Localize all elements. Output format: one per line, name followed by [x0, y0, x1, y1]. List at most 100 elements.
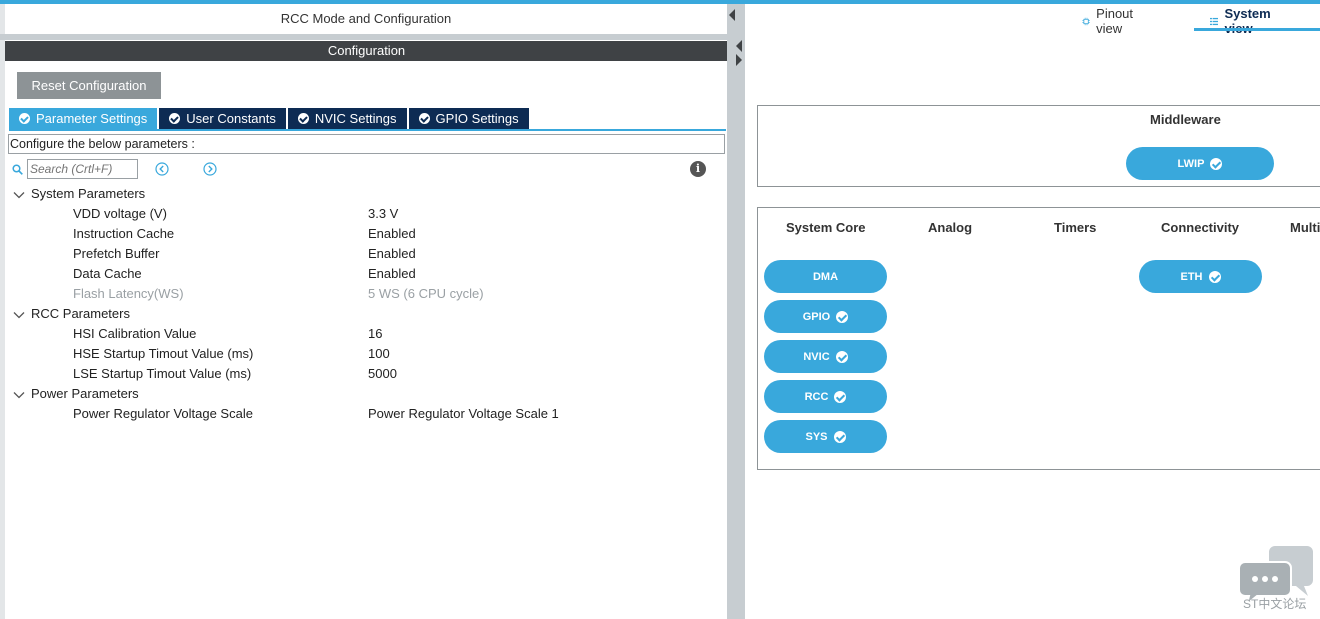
param-value[interactable]: 3.3 V [368, 204, 398, 224]
tree-group-power-parameters[interactable]: Power Parameters [12, 384, 726, 404]
param-name: HSE Startup Timout Value (ms) [73, 346, 254, 361]
param-value[interactable]: Enabled [368, 244, 416, 264]
category-analog: Analog [928, 220, 973, 235]
ip-button-rcc[interactable]: RCC [764, 380, 887, 413]
param-name: Power Regulator Voltage Scale [73, 406, 253, 421]
group-label: System Parameters [31, 186, 146, 201]
tab-label: System view [1224, 6, 1271, 36]
panel-splitter[interactable] [727, 4, 745, 619]
ip-label: SYS [805, 430, 828, 443]
param-name: HSI Calibration Value [73, 326, 197, 341]
tree-group-rcc-parameters[interactable]: RCC Parameters [12, 304, 726, 324]
search-row: i [12, 159, 726, 181]
param-row[interactable]: HSI Calibration Value 16 [12, 324, 726, 344]
chip-icon [1082, 17, 1090, 25]
param-name: VDD voltage (V) [73, 206, 167, 221]
tab-label: NVIC Settings [314, 111, 397, 126]
param-value: 5 WS (6 CPU cycle) [368, 286, 484, 301]
list-icon [1210, 17, 1219, 25]
tree-group-system-parameters[interactable]: System Parameters [12, 184, 726, 204]
param-value[interactable]: Enabled [368, 264, 416, 284]
check-icon [297, 113, 309, 124]
check-icon [418, 113, 430, 124]
ip-label: DMA [812, 270, 839, 283]
tab-pinout-view[interactable]: Pinout view [1082, 6, 1138, 36]
ip-label: NVIC [803, 350, 830, 363]
ip-button-sys[interactable]: SYS [764, 420, 887, 453]
left-edge-strip [0, 4, 5, 619]
expand-right-icon[interactable] [736, 54, 742, 66]
check-icon [835, 350, 848, 363]
search-input[interactable] [27, 159, 138, 179]
param-name: Instruction Cache [73, 226, 175, 241]
tab-underline [9, 129, 726, 131]
tab-gpio-settings[interactable]: GPIO Settings [408, 108, 529, 129]
tab-label: Pinout view [1096, 6, 1134, 36]
system-view-panel: Pinout view System view Middleware LWIP … [745, 4, 1320, 619]
check-icon [834, 390, 847, 403]
reset-configuration-button[interactable]: Reset Configuration [17, 72, 161, 99]
chevron-down-icon[interactable] [12, 388, 26, 402]
tab-label: User Constants [186, 111, 276, 126]
ip-button-nvic[interactable]: NVIC [764, 340, 887, 373]
param-row[interactable]: HSE Startup Timout Value (ms) 100 [12, 344, 726, 364]
parameter-tree: System Parameters VDD voltage (V) 3.3 V … [12, 184, 726, 424]
param-name: Flash Latency(WS) [73, 286, 184, 301]
param-row[interactable]: Prefetch Buffer Enabled [12, 244, 726, 264]
tab-user-constants[interactable]: User Constants [159, 108, 286, 129]
param-row[interactable]: Data Cache Enabled [12, 264, 726, 284]
param-value[interactable]: 5000 [368, 364, 397, 384]
ip-button-lwip[interactable]: LWIP [1126, 147, 1274, 180]
collapse-left-icon[interactable] [736, 40, 742, 52]
collapse-left-icon[interactable] [729, 9, 735, 21]
param-name: Data Cache [73, 266, 142, 281]
param-value[interactable]: 16 [368, 324, 382, 344]
config-tabs: Parameter Settings User Constants NVIC S… [9, 108, 531, 129]
tab-label: GPIO Settings [435, 111, 519, 126]
configure-description: Configure the below parameters : [8, 134, 725, 154]
tab-nvic-settings[interactable]: NVIC Settings [287, 108, 407, 129]
panel-title: RCC Mode and Configuration [280, 11, 452, 26]
param-row-disabled: Flash Latency(WS) 5 WS (6 CPU cycle) [12, 284, 726, 304]
info-icon[interactable]: i [690, 161, 706, 177]
ip-button-eth[interactable]: ETH [1139, 260, 1262, 293]
ip-label: LWIP [1177, 157, 1205, 170]
check-icon [1210, 157, 1223, 170]
tab-label: Parameter Settings [36, 111, 148, 126]
param-value[interactable]: Power Regulator Voltage Scale 1 [368, 404, 559, 424]
configuration-header: Configuration [5, 41, 728, 61]
ip-label: ETH [1180, 270, 1203, 283]
param-value[interactable]: Enabled [368, 224, 416, 244]
previous-match-icon[interactable] [155, 162, 169, 176]
forum-watermark-text: ST中文论坛 [1243, 597, 1307, 611]
ip-button-dma[interactable]: DMA [764, 260, 887, 293]
category-system-core: System Core [786, 220, 866, 235]
title-separator [0, 34, 729, 40]
category-multi: Multi [1290, 220, 1320, 235]
ip-label: GPIO [802, 310, 831, 323]
group-label: Power Parameters [31, 386, 139, 401]
active-view-underline [1194, 28, 1320, 31]
param-name: LSE Startup Timout Value (ms) [73, 366, 252, 381]
param-row[interactable]: LSE Startup Timout Value (ms) 5000 [12, 364, 726, 384]
search-icon[interactable] [12, 164, 23, 175]
check-icon [833, 430, 846, 443]
param-row[interactable]: VDD voltage (V) 3.3 V [12, 204, 726, 224]
tab-parameter-settings[interactable]: Parameter Settings [9, 108, 158, 129]
next-match-icon[interactable] [203, 162, 217, 176]
chevron-down-icon[interactable] [12, 188, 26, 202]
check-icon [169, 113, 181, 124]
check-icon [19, 113, 30, 124]
param-value[interactable]: 100 [368, 344, 390, 364]
chevron-down-icon[interactable] [12, 308, 26, 322]
rcc-config-panel: RCC Mode and Configuration Configuration… [0, 4, 729, 619]
param-row[interactable]: Power Regulator Voltage Scale Power Regu… [12, 404, 726, 424]
check-icon [1208, 270, 1221, 283]
param-name: Prefetch Buffer [73, 246, 160, 261]
middleware-title: Middleware [1150, 112, 1221, 127]
ip-label: RCC [804, 390, 829, 403]
param-row[interactable]: Instruction Cache Enabled [12, 224, 726, 244]
ip-button-gpio[interactable]: GPIO [764, 300, 887, 333]
category-connectivity: Connectivity [1161, 220, 1240, 235]
category-timers: Timers [1054, 220, 1097, 235]
